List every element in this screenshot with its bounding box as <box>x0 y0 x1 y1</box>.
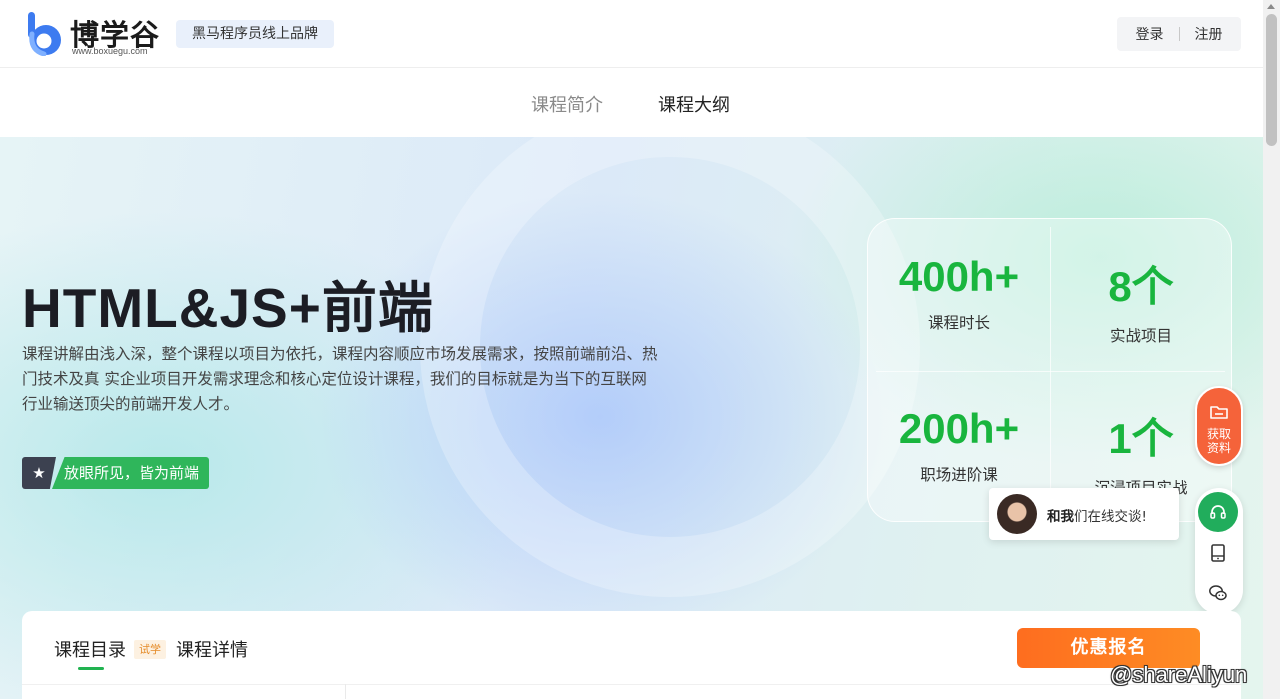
scroll-up-arrow-icon[interactable] <box>1267 4 1275 9</box>
avatar <box>997 494 1037 534</box>
get-materials-label-line2: 资料 <box>1206 441 1231 455</box>
slogan-badge: ★ 放眼所见，皆为前端 <box>22 457 210 489</box>
stats-divider-horizontal <box>876 371 1225 372</box>
course-subnav: 课程简介 课程大纲 <box>0 68 1263 137</box>
online-chat-popup[interactable]: 和我们在线交谈! <box>989 488 1179 540</box>
headset-icon <box>1210 505 1226 519</box>
get-materials-button[interactable]: 获取 资料 <box>1195 386 1243 466</box>
stat-label: 职场进阶课 <box>920 466 998 484</box>
active-tab-indicator <box>78 667 104 670</box>
course-stats-card: 400h+ 课程时长 8个 实战项目 200h+ 职场进阶课 1个 沉浸项目实战 <box>867 218 1232 522</box>
stat-projects: 8个 实战项目 <box>1050 253 1232 346</box>
chat-prompt-rest: 们在线交谈! <box>1074 509 1147 525</box>
stat-value: 8个 <box>1108 263 1174 310</box>
course-title: HTML&JS+前端 <box>22 277 434 339</box>
stat-value: 400h+ <box>898 253 1020 300</box>
star-icon: ★ <box>22 457 56 489</box>
tab-course-outline[interactable]: 课程大纲 <box>658 91 730 117</box>
site-header: 博学谷 www.boxuegu.com 黑马程序员线上品牌 登录 注册 <box>0 0 1263 68</box>
tab-course-intro[interactable]: 课程简介 <box>531 91 603 117</box>
tab-course-details[interactable]: 课程详情 <box>176 636 248 662</box>
trial-badge: 试学 <box>134 640 166 659</box>
boxuegu-logo-icon <box>28 12 61 56</box>
headset-button[interactable] <box>1198 492 1238 532</box>
get-materials-label-line1: 获取 <box>1206 427 1231 441</box>
slogan-text: 放眼所见，皆为前端 <box>52 457 210 489</box>
wechat-icon[interactable] <box>1208 583 1228 603</box>
login-link[interactable]: 登录 <box>1136 24 1164 44</box>
side-toolbar <box>1195 488 1243 614</box>
panel-divider <box>22 684 1241 685</box>
tab-course-catalog[interactable]: 课程目录 <box>54 636 126 662</box>
register-link[interactable]: 注册 <box>1195 24 1223 44</box>
folder-icon <box>1210 406 1228 419</box>
auth-divider <box>1178 27 1180 41</box>
course-content-panel: 课程目录 试学 课程详情 优惠报名 <box>22 611 1241 699</box>
stat-duration: 400h+ 课程时长 <box>868 253 1050 333</box>
page-scrollbar[interactable] <box>1263 0 1280 699</box>
logo-url: www.boxuegu.com <box>72 46 148 56</box>
tablet-icon[interactable] <box>1208 543 1228 563</box>
stat-label: 实战项目 <box>1109 327 1172 345</box>
chat-prompt: 和我们在线交谈! <box>1047 505 1147 525</box>
watermark: @shareAliyun <box>1110 662 1248 687</box>
stat-career-course: 200h+ 职场进阶课 <box>868 405 1050 485</box>
panel-column-divider <box>345 684 346 699</box>
stat-label: 课程时长 <box>927 314 990 332</box>
stat-value: 200h+ <box>898 405 1020 452</box>
brand-tag: 黑马程序员线上品牌 <box>176 20 334 48</box>
site-logo[interactable]: 博学谷 www.boxuegu.com <box>24 10 164 58</box>
scrollbar-thumb[interactable] <box>1266 14 1277 146</box>
chat-prompt-bold: 和我 <box>1047 509 1074 525</box>
auth-box: 登录 注册 <box>1117 17 1241 51</box>
course-description: 课程讲解由浅入深，整个课程以项目为依托，课程内容顺应市场发展需求，按照前端前沿、… <box>22 345 658 413</box>
